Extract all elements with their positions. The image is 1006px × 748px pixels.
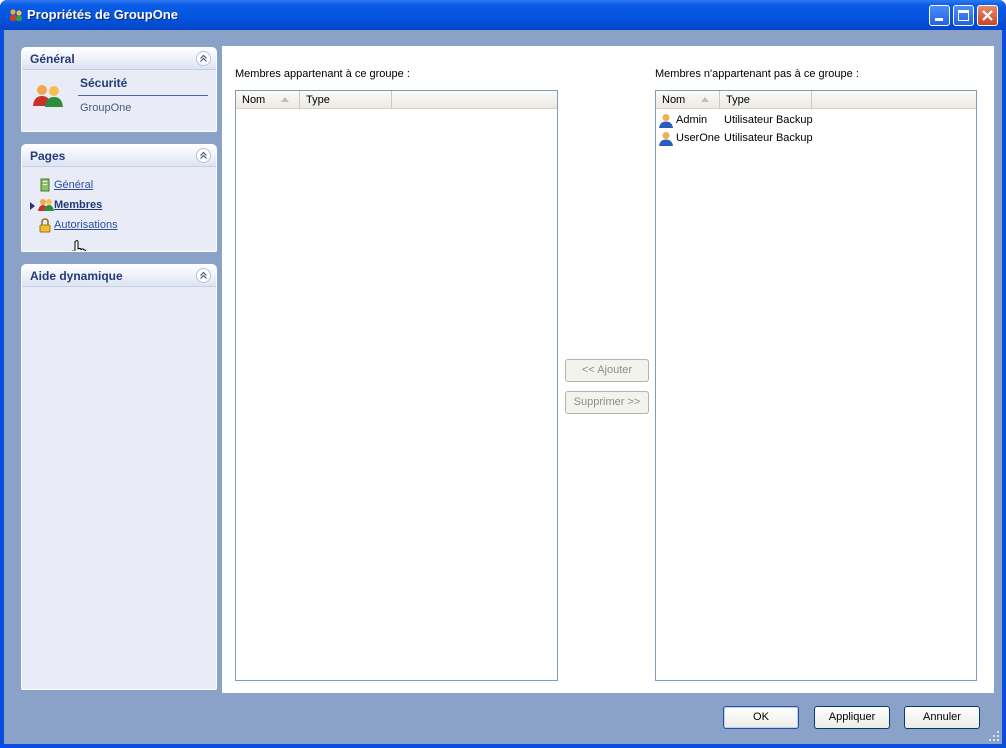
- panel-pages-title: Pages: [30, 149, 66, 163]
- column-header-name[interactable]: Nom: [236, 91, 300, 109]
- user-icon: [659, 114, 673, 128]
- collapse-general-button[interactable]: [196, 51, 211, 66]
- close-button[interactable]: [977, 5, 998, 26]
- maximize-icon: [958, 10, 969, 21]
- resize-grip-icon[interactable]: [988, 730, 1000, 742]
- maximize-button[interactable]: [953, 5, 974, 26]
- minimize-icon: [935, 18, 943, 21]
- members-in-list[interactable]: Nom Type: [235, 90, 558, 681]
- group-icon: [38, 199, 54, 211]
- section-title: Sécurité: [80, 76, 128, 90]
- collapse-pages-button[interactable]: [196, 148, 211, 163]
- remove-button[interactable]: Supprimer >>: [565, 391, 649, 414]
- panel-pages-header[interactable]: Pages: [22, 145, 216, 167]
- panel-general-header[interactable]: Général: [22, 48, 216, 70]
- panel-help-header[interactable]: Aide dynamique: [22, 265, 216, 287]
- sort-ascending-icon: [281, 97, 289, 102]
- members-out-label: Membres n'appartenant pas à ce groupe :: [655, 68, 859, 80]
- nav-item-label: Membres: [54, 199, 103, 211]
- section-subtitle: GroupOne: [80, 102, 132, 114]
- table-row[interactable]: Admin Utilisateur Backup: [658, 112, 968, 130]
- members-out-list[interactable]: Nom Type Admin Utilisateur Backup UserOn…: [655, 90, 977, 681]
- panel-dynamic-help: Aide dynamique: [21, 264, 217, 690]
- add-button[interactable]: << Ajouter: [565, 359, 649, 382]
- list-header: Nom Type: [656, 91, 976, 109]
- user-icon: [659, 132, 673, 146]
- close-icon: [982, 10, 993, 21]
- column-header-name[interactable]: Nom: [656, 91, 720, 109]
- apply-button[interactable]: Appliquer: [814, 706, 890, 729]
- cancel-button[interactable]: Annuler: [904, 706, 980, 729]
- group-icon: [33, 85, 63, 107]
- ok-button[interactable]: OK: [723, 706, 799, 729]
- column-label: Type: [306, 94, 330, 106]
- members-in-label: Membres appartenant à ce groupe :: [235, 68, 410, 80]
- sidebar: Général Sécurité GroupOne Pages Général …: [4, 30, 222, 690]
- member-name: UserOne: [676, 132, 721, 144]
- member-name: Admin: [676, 114, 708, 126]
- member-type: Utilisateur Backup: [724, 114, 813, 126]
- section-divider: [78, 95, 208, 96]
- panel-general-title: Général: [30, 52, 75, 66]
- properties-window: Propriétés de GroupOne Général Sécurité …: [0, 0, 1006, 748]
- list-header: Nom Type: [236, 91, 557, 109]
- column-label: Nom: [662, 94, 686, 106]
- window-client-area: Général Sécurité GroupOne Pages Général …: [4, 30, 1002, 744]
- table-row[interactable]: UserOne Utilisateur Backup: [658, 130, 968, 148]
- column-header-type[interactable]: Type: [720, 91, 812, 109]
- nav-item-label: Autorisations: [54, 219, 118, 231]
- nav-item-label: Général: [54, 179, 94, 191]
- document-icon: [40, 178, 50, 192]
- panel-help-title: Aide dynamique: [30, 269, 123, 283]
- member-type: Utilisateur Backup: [724, 132, 813, 144]
- minimize-button[interactable]: [929, 5, 950, 26]
- window-title: Propriétés de GroupOne: [27, 7, 178, 22]
- column-header-type[interactable]: Type: [300, 91, 392, 109]
- main-content: Membres appartenant à ce groupe : Membre…: [222, 46, 994, 693]
- hand-cursor-icon: [71, 240, 87, 251]
- group-icon: [10, 9, 22, 21]
- chevron-up-icon: [200, 271, 207, 279]
- sort-ascending-icon: [701, 97, 709, 102]
- panel-general: Général Sécurité GroupOne: [21, 47, 217, 132]
- chevron-up-icon: [200, 54, 207, 62]
- chevron-up-icon: [200, 151, 207, 159]
- column-label: Type: [726, 94, 750, 106]
- title-bar[interactable]: Propriétés de GroupOne: [0, 0, 1006, 30]
- triangle-right-icon: [30, 202, 35, 210]
- collapse-help-button[interactable]: [196, 268, 211, 283]
- panel-pages: Pages Général Membres Autorisations: [21, 144, 217, 252]
- lock-icon: [39, 218, 51, 233]
- column-label: Nom: [242, 94, 266, 106]
